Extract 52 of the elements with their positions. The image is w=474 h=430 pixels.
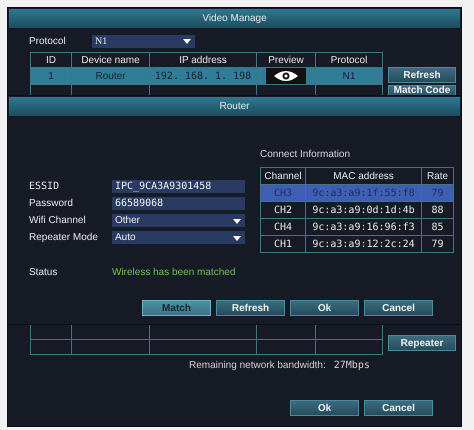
device-row[interactable]: 1 Router 192. 168. 1. 198 N1: [30, 68, 382, 84]
dropdown[interactable]: Other: [112, 214, 245, 227]
connection-row[interactable]: CH4 9c:a3:a9:16:96:f3 85: [260, 218, 454, 236]
dropdown-arrow-icon: [182, 37, 192, 45]
table-cell: Router: [72, 68, 150, 84]
status-text: Wireless has been matched: [112, 267, 236, 278]
table-cell: 79: [422, 184, 454, 202]
table-cell: CH4: [260, 218, 306, 236]
table-cell: 79: [422, 236, 454, 252]
table-cell: CH3: [260, 184, 306, 202]
protocol-label: Protocol: [29, 36, 67, 46]
dialog-button[interactable]: Ok: [290, 300, 359, 316]
column-header: Protocol: [316, 52, 382, 68]
connection-row[interactable]: CH2 9c:a3:a9:0d:1d:4b 88: [260, 202, 454, 218]
status-label: Status: [29, 267, 58, 278]
column-header: Device name: [72, 52, 150, 68]
input-field[interactable]: 66589068: [112, 197, 245, 210]
table-cell: 85: [422, 218, 454, 236]
table-cell: CH2: [260, 202, 306, 218]
table-cell: 9c:a3:a9:0d:1d:4b: [306, 202, 422, 218]
eye-icon[interactable]: [266, 68, 306, 84]
table-cell: 9c:a3:a9:12:2c:24: [306, 236, 422, 252]
connection-row[interactable]: CH1 9c:a3:a9:12:2c:24 79: [260, 236, 454, 252]
dropdown[interactable]: Auto: [112, 231, 245, 244]
dialog-button[interactable]: Ok: [290, 400, 359, 416]
field-label: Password: [29, 198, 74, 209]
table-cell: N1: [316, 68, 382, 84]
field-label: Repeater Mode: [29, 232, 99, 243]
dialog-button[interactable]: Refresh: [216, 300, 285, 316]
table-cell: 88: [422, 202, 454, 218]
bandwidth-value: 27Mbps: [334, 360, 370, 371]
bandwidth-label: Remaining network bandwidth:: [189, 360, 326, 371]
dialog-button[interactable]: Cancel: [364, 400, 433, 416]
table-cell: 9c:a3:a9:1f:55:f8: [306, 184, 422, 202]
dialog-button[interactable]: Cancel: [364, 300, 433, 316]
protocol-dropdown[interactable]: N1: [92, 34, 195, 48]
column-header: ID: [30, 52, 72, 68]
field-label: Wifi Channel: [29, 215, 87, 226]
table-cell: 1: [30, 68, 72, 84]
column-header: MAC address: [306, 168, 422, 184]
column-header: Channel: [260, 168, 306, 184]
dialog-title: Router: [9, 97, 460, 116]
input-field[interactable]: IPC_9CA3A9301458: [112, 180, 245, 193]
table-cell: 192. 168. 1. 198: [150, 68, 256, 84]
window-title: Video Manage: [9, 9, 460, 28]
side-button[interactable]: Repeater: [388, 335, 456, 351]
field-label: ESSID: [29, 181, 60, 192]
column-header: IP address: [150, 52, 256, 68]
table-cell: CH1: [260, 236, 306, 252]
side-button[interactable]: Refresh: [388, 67, 456, 83]
section-title: Connect Information: [260, 149, 352, 160]
table-cell: 9c:a3:a9:16:96:f3: [306, 218, 422, 236]
